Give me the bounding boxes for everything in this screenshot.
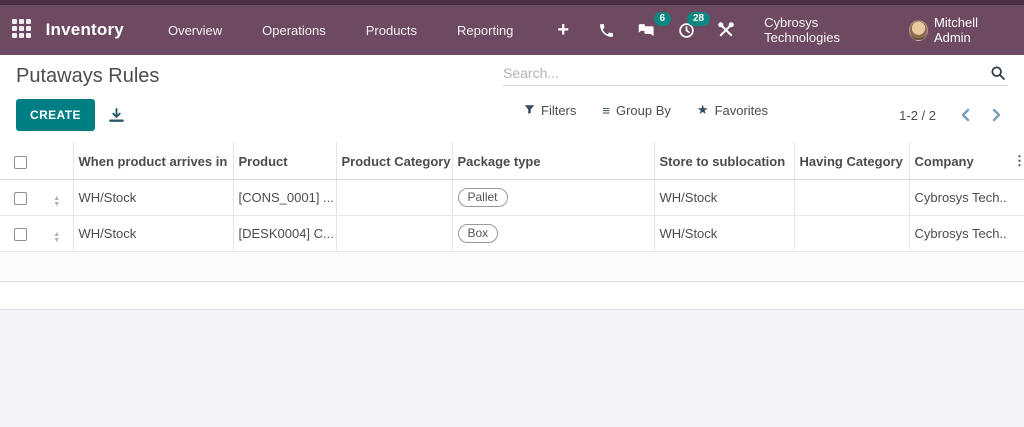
phone-icon[interactable] — [587, 16, 626, 45]
control-panel: Putaways Rules CREATE Filters ≡ Gr — [0, 55, 1024, 138]
cell-package-type[interactable]: Box — [451, 215, 654, 252]
activities-icon[interactable]: 28 — [667, 11, 711, 45]
cell-product-category[interactable] — [335, 215, 452, 252]
col-header-having-category[interactable]: Having Category — [793, 142, 909, 180]
user-menu[interactable]: Mitchell Admin — [909, 15, 1008, 45]
cell-sublocation[interactable]: WH/Stock — [653, 215, 794, 252]
user-name: Mitchell Admin — [933, 15, 979, 45]
pager-previous-icon[interactable] — [954, 106, 976, 124]
create-button[interactable]: CREATE — [16, 99, 95, 131]
table-row[interactable]: ▲ ▼ WH/Stock [CONS_0001] ... Pallet WH/St… — [0, 179, 1024, 216]
user-avatar — [909, 19, 928, 41]
row-checkbox[interactable] — [13, 192, 27, 206]
group-by-icon: ≡ — [602, 102, 610, 118]
cell-product[interactable]: [DESK0004] C... — [232, 215, 336, 252]
table-row[interactable]: ▲ ▼ WH/Stock [DESK0004] C... Box WH/Stock… — [0, 215, 1024, 252]
cell-sublocation[interactable]: WH/Stock — [653, 179, 794, 216]
cell-having-category[interactable] — [793, 179, 909, 216]
main-menu: Overview Operations Products Reporting + — [152, 15, 583, 46]
col-header-sublocation[interactable]: Store to sublocation — [653, 142, 794, 180]
drag-handle-icon[interactable]: ▲ ▼ — [53, 195, 60, 207]
cell-package-type[interactable]: Pallet — [451, 179, 654, 216]
export-download-icon[interactable] — [109, 107, 124, 123]
cell-having-category[interactable] — [793, 215, 909, 252]
content-bottom-gap — [0, 282, 1024, 310]
pager-next-icon[interactable] — [986, 106, 1008, 124]
filter-funnel-icon — [524, 105, 535, 114]
search-input[interactable] — [503, 65, 988, 81]
pager-value: 1-2 / 2 — [899, 107, 936, 123]
pager: 1-2 / 2 — [899, 106, 1008, 124]
page-title: Putaways Rules — [16, 65, 160, 87]
messages-icon[interactable]: 6 — [626, 11, 672, 45]
col-header-company[interactable]: Company — [908, 142, 1008, 180]
cell-arrives-in[interactable]: WH/Stock — [72, 179, 233, 216]
app-title[interactable]: Inventory — [46, 20, 124, 40]
main-navbar: Inventory Overview Operations Products R… — [0, 5, 1024, 55]
row-checkbox[interactable] — [13, 228, 27, 242]
cell-product-category[interactable] — [335, 179, 452, 216]
drag-handle-icon[interactable]: ▲ ▼ — [53, 231, 60, 243]
package-type-badge: Box — [457, 224, 499, 243]
menu-products[interactable]: Products — [350, 15, 433, 46]
cell-company[interactable]: Cybrosys Tech... — [908, 179, 1008, 216]
col-header-package-type[interactable]: Package type — [451, 142, 654, 180]
col-header-product[interactable]: Product — [232, 142, 336, 180]
table-header-row: When product arrives in Product Product … — [0, 142, 1024, 180]
tools-icon[interactable] — [706, 15, 746, 45]
optional-columns-icon[interactable]: ⋮ — [1008, 142, 1024, 180]
cell-product[interactable]: [CONS_0001] ... — [232, 179, 336, 216]
package-type-badge: Pallet — [457, 188, 508, 207]
col-header-product-category[interactable]: Product Category — [335, 142, 452, 180]
search-box — [503, 65, 1008, 86]
favorites-star-icon: ★ — [696, 102, 709, 117]
filters-button[interactable]: Filters — [524, 103, 576, 118]
menu-operations[interactable]: Operations — [246, 15, 342, 46]
cell-arrives-in[interactable]: WH/Stock — [72, 215, 233, 252]
select-all-checkbox[interactable] — [13, 155, 27, 169]
apps-grid-icon[interactable] — [12, 19, 32, 41]
group-by-button[interactable]: ≡ Group By — [602, 103, 671, 118]
menu-overview[interactable]: Overview — [152, 15, 238, 46]
search-options: Filters ≡ Group By ★ Favorites — [524, 102, 768, 118]
page-background — [0, 310, 1024, 427]
col-header-arrives-in[interactable]: When product arrives in — [72, 142, 233, 180]
empty-filler-row — [0, 251, 1024, 282]
menu-reporting[interactable]: Reporting — [441, 15, 529, 46]
plus-icon[interactable]: + — [543, 15, 583, 46]
cell-company[interactable]: Cybrosys Tech... — [908, 215, 1008, 252]
company-switcher[interactable]: Cybrosys Technologies — [764, 15, 883, 45]
app-window: Inventory Overview Operations Products R… — [0, 0, 1024, 427]
favorites-button[interactable]: ★ Favorites — [697, 102, 768, 118]
putaway-rules-table: When product arrives in Product Product … — [0, 142, 1024, 282]
systray: 6 28 — [587, 11, 746, 45]
search-icon[interactable] — [988, 65, 1008, 81]
